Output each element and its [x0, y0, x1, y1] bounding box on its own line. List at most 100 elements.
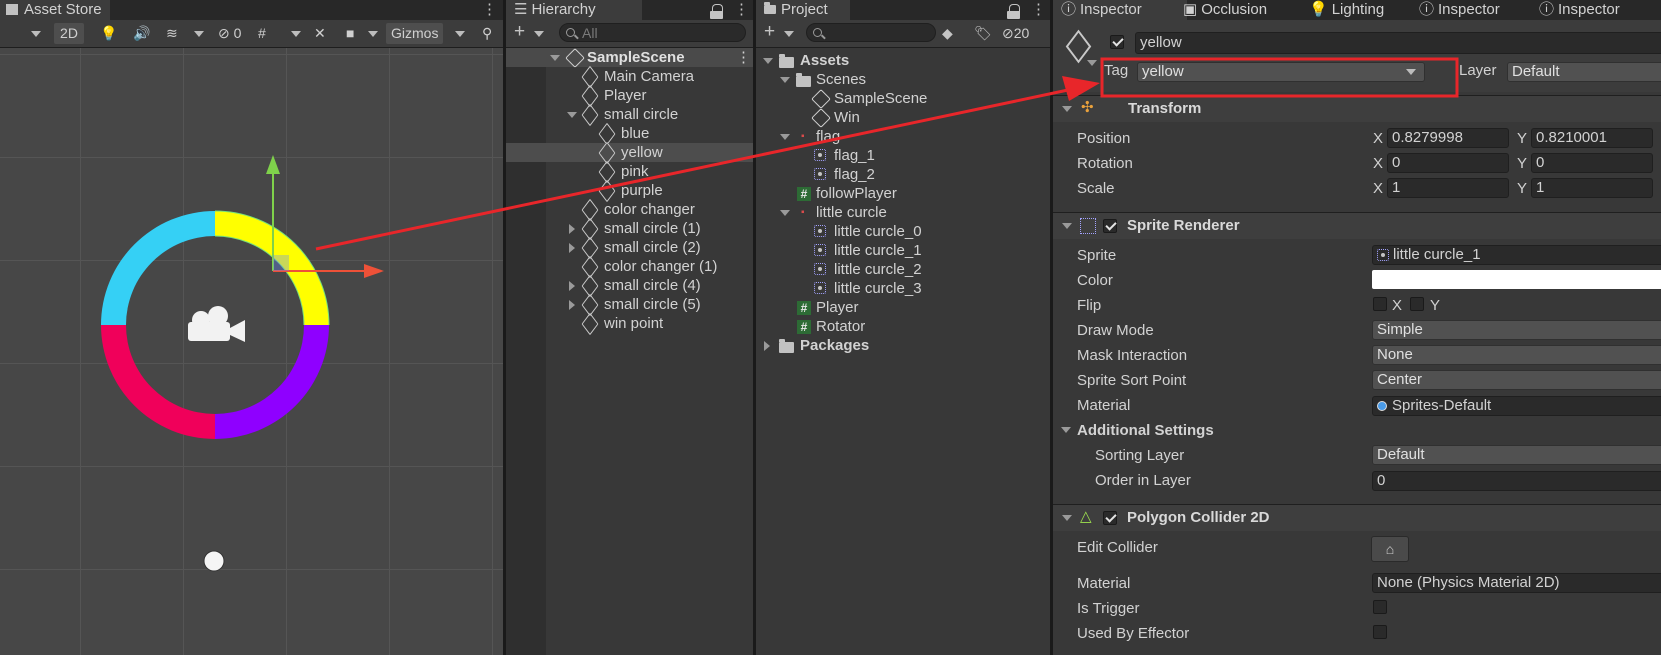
icon-dropdown-icon[interactable] — [1087, 60, 1097, 66]
expand-arrow-icon[interactable] — [763, 58, 773, 64]
hierarchy-item-small-circle-5[interactable]: small circle (5) — [506, 293, 753, 317]
position-x-field[interactable]: 0.8279998 — [1387, 128, 1509, 148]
project-menu-icon[interactable]: ⋮ — [1031, 0, 1046, 18]
tag-dropdown[interactable]: yellow — [1137, 62, 1425, 82]
gizmos-dropdown-icon[interactable] — [455, 31, 465, 37]
hierarchy-item-small-circle-2[interactable]: small circle (2) — [506, 236, 753, 260]
additional-settings-label[interactable]: Additional Settings — [1077, 422, 1214, 439]
expand-arrow-icon[interactable] — [550, 55, 560, 61]
tab-occlusion[interactable]: ▣ Occlusion — [1175, 0, 1275, 20]
hierarchy-item-main-camera[interactable]: Main Camera — [506, 65, 753, 89]
tools-icon[interactable]: ✕ — [314, 23, 326, 44]
create-plus-icon[interactable]: + — [514, 21, 525, 43]
create-dropdown-icon[interactable] — [784, 31, 794, 37]
scene-view[interactable] — [0, 48, 503, 655]
mask-interaction-dropdown[interactable]: None — [1372, 345, 1661, 365]
expand-arrow-icon[interactable] — [567, 112, 577, 118]
collapse-arrow-icon[interactable] — [764, 341, 770, 351]
project-search-input[interactable] — [806, 23, 936, 42]
create-plus-icon[interactable]: + — [764, 21, 775, 43]
camera-gizmo-icon[interactable] — [188, 306, 245, 342]
rotation-x-field[interactable]: 0 — [1387, 153, 1509, 173]
lock-icon[interactable] — [710, 4, 723, 19]
scene-menu-icon[interactable]: ⋮ — [736, 48, 751, 67]
expand-arrow-icon[interactable] — [1062, 515, 1072, 521]
tab-inspector-2[interactable]: ⓘ Inspector — [1411, 0, 1508, 20]
collider-material-field[interactable]: None (Physics Material 2D) — [1372, 573, 1661, 593]
ring-segment-purple[interactable] — [215, 325, 329, 439]
scale-y-field[interactable]: 1 — [1531, 178, 1653, 198]
expand-arrow-icon[interactable] — [1062, 223, 1072, 229]
color-swatch[interactable] — [1372, 270, 1661, 289]
hierarchy-item-pink[interactable]: pink — [506, 160, 753, 184]
is-trigger-checkbox[interactable] — [1373, 600, 1387, 614]
material-field[interactable]: Sprites-Default — [1372, 396, 1661, 416]
tab-lighting[interactable]: 💡 Lighting — [1301, 0, 1392, 20]
expand-arrow-icon[interactable] — [780, 210, 790, 216]
hierarchy-item-small-circle-4[interactable]: small circle (4) — [506, 274, 753, 298]
draw-mode-dropdown-icon[interactable] — [31, 31, 41, 37]
move-gizmo[interactable] — [266, 155, 384, 278]
grid-toggle-icon[interactable]: # — [258, 23, 266, 44]
flip-y-checkbox[interactable] — [1410, 297, 1424, 311]
sprite-field[interactable]: little curcle_1 — [1372, 245, 1661, 265]
draw-mode-dropdown[interactable]: Simple — [1372, 320, 1661, 340]
create-dropdown-icon[interactable] — [534, 31, 544, 37]
effects-toggle-icon[interactable]: ≋ — [166, 23, 178, 44]
scene-menu-icon[interactable]: ⋮ — [482, 0, 497, 18]
layer-dropdown[interactable]: Default — [1507, 62, 1661, 82]
hierarchy-search-input[interactable]: All — [559, 23, 746, 42]
position-y-field[interactable]: 0.8210001 — [1531, 128, 1653, 148]
lighting-toggle-icon[interactable]: 💡 — [100, 23, 117, 44]
filter-by-label-icon[interactable]: 🏷 — [974, 23, 992, 44]
camera-dropdown-icon[interactable] — [368, 31, 378, 37]
hierarchy-item-purple[interactable]: purple — [506, 179, 753, 203]
used-by-effector-checkbox[interactable] — [1373, 625, 1387, 639]
gizmos-button[interactable]: Gizmos — [386, 23, 444, 44]
hidden-packages-icon[interactable]: ⊘20 — [1002, 23, 1029, 44]
scene-search-icon[interactable]: ⚲ — [482, 23, 492, 44]
audio-toggle-icon[interactable]: 🔊 — [133, 23, 150, 44]
lock-icon[interactable] — [1007, 4, 1020, 19]
sorting-layer-dropdown[interactable]: Default — [1372, 445, 1661, 465]
hierarchy-item-win-point[interactable]: win point — [506, 312, 753, 336]
expand-arrow-icon[interactable] — [1062, 106, 1072, 112]
grid-dropdown-icon[interactable] — [291, 31, 301, 37]
hierarchy-item-small-circle[interactable]: small circle — [506, 103, 753, 127]
effects-dropdown-icon[interactable] — [194, 31, 204, 37]
hierarchy-menu-icon[interactable]: ⋮ — [734, 0, 749, 18]
polygon-collider-header[interactable]: △ Polygon Collider 2D — [1053, 504, 1661, 531]
hierarchy-item-color-changer-1[interactable]: color changer (1) — [506, 255, 753, 279]
hierarchy-item-color-changer[interactable]: color changer — [506, 198, 753, 222]
tab-hierarchy[interactable]: ☰ Hierarchy — [506, 0, 642, 20]
tab-inspector-3[interactable]: ⓘ Inspector — [1531, 0, 1628, 20]
camera-icon[interactable]: ■ — [346, 23, 354, 44]
toggle-2d-button[interactable]: 2D — [54, 23, 84, 44]
hierarchy-item-small-circle-1[interactable]: small circle (1) — [506, 217, 753, 241]
expand-arrow-icon[interactable] — [780, 77, 790, 83]
collapse-arrow-icon[interactable] — [569, 224, 575, 234]
filter-by-type-icon[interactable]: ◆ — [942, 23, 953, 44]
player-object[interactable] — [203, 550, 225, 572]
additional-settings-arrow-icon[interactable] — [1061, 427, 1071, 433]
ring-segment-magenta[interactable] — [101, 325, 215, 439]
hierarchy-scene-row[interactable]: SampleScene ⋮ — [506, 48, 753, 68]
polygon-collider-enabled-checkbox[interactable] — [1103, 511, 1117, 525]
transform-header[interactable]: ✣ Transform — [1053, 95, 1661, 122]
collapse-arrow-icon[interactable] — [569, 300, 575, 310]
expand-arrow-icon[interactable] — [780, 134, 790, 140]
active-checkbox[interactable] — [1110, 35, 1124, 49]
hierarchy-item-blue[interactable]: blue — [506, 122, 753, 146]
order-in-layer-field[interactable]: 0 — [1372, 471, 1661, 491]
tab-asset-store[interactable]: Asset Store — [0, 0, 110, 20]
collapse-arrow-icon[interactable] — [569, 243, 575, 253]
flip-x-checkbox[interactable] — [1373, 297, 1387, 311]
edit-collider-button[interactable]: ⌂ — [1371, 536, 1409, 562]
tab-inspector[interactable]: ⓘ Inspector — [1053, 0, 1187, 20]
ring-segment-cyan[interactable] — [101, 211, 215, 325]
sprite-sort-point-dropdown[interactable]: Center — [1372, 370, 1661, 390]
rotation-y-field[interactable]: 0 — [1531, 153, 1653, 173]
object-name-field[interactable]: yellow — [1135, 32, 1661, 54]
tab-project[interactable]: Project — [756, 0, 850, 20]
collapse-arrow-icon[interactable] — [569, 281, 575, 291]
